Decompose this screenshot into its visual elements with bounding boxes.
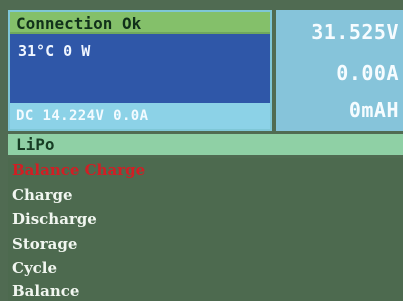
voltage-readout: 31.525V [311,20,399,44]
charger-screen: Connection Ok 31°C 0 W DC 14.224V 0.0A 3… [0,0,403,301]
menu-list: Balance Charge Charge Discharge Storage … [8,158,403,301]
connection-status: Connection Ok [16,14,142,33]
menu-item-discharge[interactable]: Discharge [12,210,97,228]
battery-type-header: LiPo [8,134,403,155]
capacity-readout: 0mAH [348,98,399,122]
readout-panel: 31.525V 0.00A 0mAH [276,10,403,131]
connection-status-bar: Connection Ok [10,12,270,34]
status-panel: Connection Ok 31°C 0 W DC 14.224V 0.0A [8,10,272,131]
dc-input-bar: DC 14.224V 0.0A [10,103,270,129]
menu-item-cycle[interactable]: Cycle [12,259,57,277]
battery-type-label: LiPo [16,135,55,154]
menu-item-storage[interactable]: Storage [12,235,77,253]
current-readout: 0.00A [336,61,399,85]
menu-item-balance[interactable]: Balance [12,282,79,300]
menu-item-balance-charge[interactable]: Balance Charge [12,161,145,179]
menu-item-charge[interactable]: Charge [12,186,73,204]
dc-input-readout: DC 14.224V 0.0A [16,108,149,124]
temperature-power-readout: 31°C 0 W [18,42,91,60]
